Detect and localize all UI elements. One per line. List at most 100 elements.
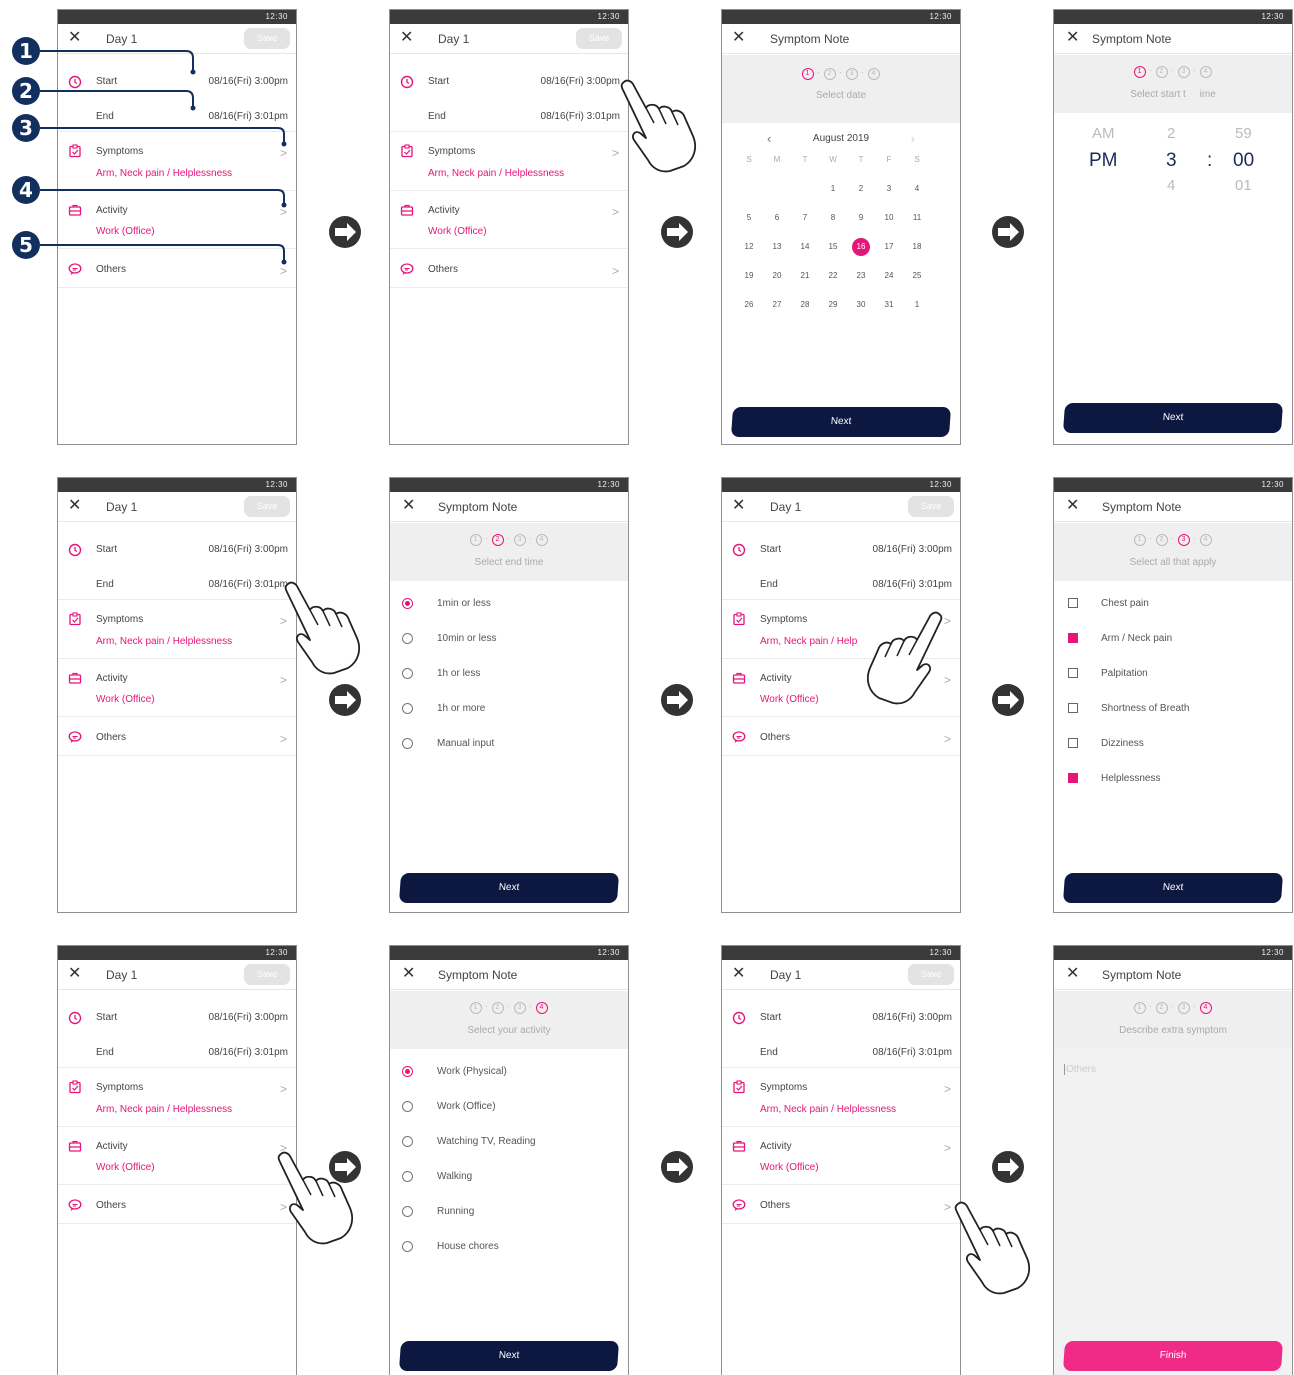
calendar-day[interactable]: 2	[852, 180, 870, 198]
calendar-day[interactable]: 9	[852, 209, 870, 227]
divider	[58, 658, 296, 659]
close-icon[interactable]: ✕	[732, 497, 745, 515]
text-area[interactable]	[1054, 1049, 1292, 1375]
calendar-day[interactable]: 25	[908, 267, 926, 285]
save-button[interactable]: Save	[244, 964, 290, 985]
radio-button[interactable]	[402, 703, 413, 714]
finish-button[interactable]: Finish	[1062, 1341, 1284, 1371]
phone-day-tap-activity: 12:30 ✕ Day 1 Save Start 08/16(Fri) 3:00…	[57, 945, 297, 1375]
calendar-day[interactable]: 10	[880, 209, 898, 227]
divider	[58, 1067, 296, 1068]
option-label: 10min or less	[437, 633, 497, 644]
chevron-right-icon[interactable]: ›	[911, 131, 915, 146]
minute-selected[interactable]: 00	[1233, 150, 1254, 172]
calendar-day-selected[interactable]: 16	[852, 238, 870, 256]
calendar-day[interactable]: 21	[796, 267, 814, 285]
checkbox[interactable]	[1068, 703, 1078, 713]
checkbox-checked[interactable]	[1068, 773, 1078, 783]
radio-button[interactable]	[402, 1101, 413, 1112]
minute-option[interactable]: 59	[1235, 125, 1252, 142]
activity-value: Work (Office)	[96, 1162, 155, 1173]
next-button[interactable]: Next	[398, 873, 620, 903]
calendar-day[interactable]: 3	[880, 180, 898, 198]
hour-option[interactable]: 4	[1167, 177, 1175, 194]
radio-button[interactable]	[402, 1241, 413, 1252]
close-icon[interactable]: ✕	[732, 29, 745, 47]
close-icon[interactable]: ✕	[402, 497, 415, 515]
calendar-day[interactable]: 28	[796, 296, 814, 314]
close-icon[interactable]: ✕	[68, 497, 81, 515]
hour-selected[interactable]: 3	[1166, 150, 1177, 172]
calendar-day[interactable]: 17	[880, 238, 898, 256]
hour-option[interactable]: 2	[1167, 125, 1175, 142]
calendar-day[interactable]: 20	[768, 267, 786, 285]
radio-button[interactable]	[402, 1171, 413, 1182]
radio-button[interactable]	[402, 633, 413, 644]
calendar-day[interactable]: 26	[740, 296, 758, 314]
close-icon[interactable]: ✕	[402, 965, 415, 983]
radio-button[interactable]	[402, 1206, 413, 1217]
divider	[58, 287, 296, 288]
step-header: 1 · 2 · 3 · 4 Select end time	[390, 523, 628, 581]
calendar-day[interactable]: 4	[908, 180, 926, 198]
divider	[58, 716, 296, 717]
calendar-day[interactable]: 1	[908, 296, 926, 314]
calendar-day[interactable]: 23	[852, 267, 870, 285]
calendar-day[interactable]: 12	[740, 238, 758, 256]
radio-button[interactable]	[402, 1066, 413, 1077]
calendar-day[interactable]: 8	[824, 209, 842, 227]
save-button[interactable]: Save	[576, 28, 622, 49]
next-button[interactable]: Next	[730, 407, 952, 437]
calendar-day[interactable]: 18	[908, 238, 926, 256]
close-icon[interactable]: ✕	[1066, 965, 1079, 983]
briefcase-icon	[68, 1139, 82, 1153]
radio-button[interactable]	[402, 598, 413, 609]
calendar-day[interactable]: 5	[740, 209, 758, 227]
calendar-day[interactable]: 13	[768, 238, 786, 256]
radio-button[interactable]	[402, 668, 413, 679]
calendar-day[interactable]: 14	[796, 238, 814, 256]
app-bar: ✕ Symptom Note	[390, 960, 628, 990]
radio-button[interactable]	[402, 738, 413, 749]
calendar-day[interactable]: 15	[824, 238, 842, 256]
page-title: Day 1	[106, 968, 138, 982]
symptoms-label: Symptoms	[428, 146, 476, 157]
calendar-day[interactable]: 7	[796, 209, 814, 227]
calendar-day[interactable]: 31	[880, 296, 898, 314]
page-title: Day 1	[106, 500, 138, 514]
calendar-day[interactable]: 24	[880, 267, 898, 285]
checkbox[interactable]	[1068, 738, 1078, 748]
others-input-placeholder[interactable]: Others	[1064, 1064, 1096, 1075]
start-label: Start	[760, 1012, 782, 1023]
option-label: Work (Physical)	[437, 1066, 507, 1077]
ampm-option[interactable]: AM	[1092, 125, 1115, 142]
calendar-day[interactable]: 27	[768, 296, 786, 314]
close-icon[interactable]: ✕	[68, 965, 81, 983]
calendar-day[interactable]: 30	[852, 296, 870, 314]
calendar-day[interactable]: 6	[768, 209, 786, 227]
weekday-label: T	[802, 155, 808, 164]
checkbox[interactable]	[1068, 598, 1078, 608]
save-button[interactable]: Save	[244, 496, 290, 517]
checkbox-checked[interactable]	[1068, 633, 1078, 643]
calendar-day[interactable]: 1	[824, 180, 842, 198]
checkbox[interactable]	[1068, 668, 1078, 678]
others-label: Others	[428, 264, 459, 275]
close-icon[interactable]: ✕	[1066, 29, 1079, 47]
calendar-day[interactable]: 22	[824, 267, 842, 285]
divider	[58, 1126, 296, 1127]
ampm-selected[interactable]: PM	[1089, 150, 1118, 172]
close-icon[interactable]: ✕	[732, 965, 745, 983]
radio-button[interactable]	[402, 1136, 413, 1147]
next-button[interactable]: Next	[1062, 873, 1284, 903]
calendar-day[interactable]: 11	[908, 209, 926, 227]
next-button[interactable]: Next	[398, 1341, 620, 1371]
save-button[interactable]: Save	[908, 964, 954, 985]
save-button[interactable]: Save	[908, 496, 954, 517]
close-icon[interactable]: ✕	[1066, 497, 1079, 515]
calendar-day[interactable]: 29	[824, 296, 842, 314]
minute-option[interactable]: 01	[1235, 177, 1252, 194]
next-button[interactable]: Next	[1062, 403, 1284, 433]
calendar-day[interactable]: 19	[740, 267, 758, 285]
close-icon[interactable]: ✕	[400, 29, 413, 47]
